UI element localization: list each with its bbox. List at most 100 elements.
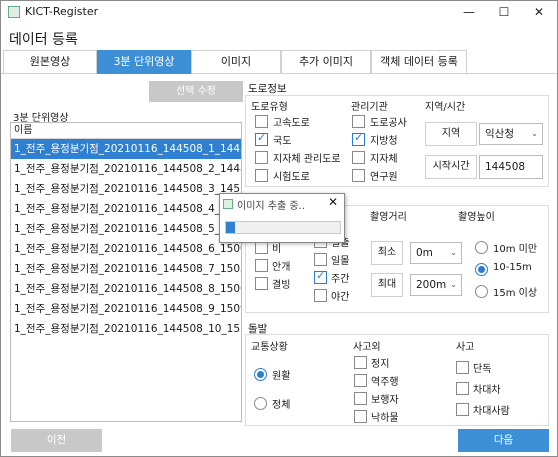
list-item[interactable]: 1_전주_용정분기점_20210116_144508_1_144508.r <box>11 139 241 159</box>
tab-bar: 원본영상 3분 단위영상 이미지 추가 이미지 객체 데이터 등록 <box>1 50 557 74</box>
chevron-down-icon: ⌄ <box>450 280 457 289</box>
option-label: 지자체 <box>370 154 398 165</box>
close-button[interactable]: ✕ <box>522 1 556 23</box>
traffic-title: 교통상황 <box>251 342 288 353</box>
option-label: 정체 <box>272 400 291 411</box>
radio-heights[interactable] <box>475 285 488 298</box>
option-label: 단독 <box>473 364 492 375</box>
start-time-input[interactable]: 144508 <box>479 155 543 179</box>
option-label: 15m 이상 <box>493 288 538 299</box>
list-item[interactable]: 1_전주_용정분기점_20210116_144508_4_145408.r <box>11 199 241 219</box>
option-label: 지방청 <box>370 136 398 147</box>
list-item[interactable]: 1_전주_용정분기점_20210116_144508_5_145708.r <box>11 219 241 239</box>
region-button[interactable]: 지역 <box>425 122 477 146</box>
max-distance-value: 200m <box>416 279 447 291</box>
checkbox-others[interactable] <box>354 356 367 369</box>
checkbox-weather[interactable] <box>255 277 268 290</box>
tab-image[interactable]: 이미지 <box>191 50 281 74</box>
option-label: 보행자 <box>371 395 399 406</box>
extract-progress-dialog: 이미지 추출 중.. ✕ <box>219 193 345 243</box>
option-label: 원활 <box>272 371 291 382</box>
checkbox-accidents[interactable] <box>456 403 469 416</box>
list-item[interactable]: 1_전주_용정분기점_20210116_144508_6_150008.r <box>11 239 241 259</box>
option-label: 시험도로 <box>273 172 310 183</box>
list-item[interactable]: 1_전주_용정분기점_20210116_144508_2_144808.r <box>11 159 241 179</box>
accident-title: 사고 <box>456 342 475 353</box>
list-item[interactable]: 1_전주_용정분기점_20210116_144508_9_150908.r <box>11 299 241 319</box>
checkbox-agencies[interactable] <box>352 115 365 128</box>
max-distance-select[interactable]: 200m ⌄ <box>410 274 462 296</box>
option-label: 차대차 <box>473 385 501 396</box>
checkbox-road-types[interactable] <box>255 115 268 128</box>
height-title: 촬영높이 <box>458 212 495 223</box>
option-label: 결빙 <box>272 280 291 291</box>
radio-traffic[interactable] <box>254 397 267 410</box>
checkbox-others[interactable] <box>354 410 367 423</box>
checkbox-agencies[interactable] <box>352 131 365 146</box>
checkbox-road-types[interactable] <box>255 131 268 146</box>
min-distance-value: 0m <box>416 247 433 259</box>
app-icon <box>8 6 20 18</box>
option-label: 10m 미만 <box>493 244 538 255</box>
chevron-down-icon: ⌄ <box>531 129 538 138</box>
option-label: 낙하물 <box>371 413 399 424</box>
app-icon <box>223 199 233 209</box>
option-label: 고속도로 <box>273 118 310 129</box>
option-label: 야간 <box>331 292 350 303</box>
option-label: 역주행 <box>371 377 399 388</box>
checkbox-road-types[interactable] <box>255 169 268 182</box>
maximize-button[interactable]: ☐ <box>487 1 521 23</box>
min-distance-select[interactable]: 0m ⌄ <box>410 242 462 264</box>
option-label: 안개 <box>272 262 291 273</box>
checkbox-agencies[interactable] <box>352 151 365 164</box>
checkbox-agencies[interactable] <box>352 169 365 182</box>
min-distance-label: 최소 <box>371 241 403 265</box>
region-value: 익산청 <box>485 128 514 140</box>
video-list[interactable]: 이름 1_전주_용정분기점_20210116_144508_1_144508.r… <box>10 122 242 422</box>
max-distance-label: 최대 <box>371 273 403 297</box>
list-item[interactable]: 1_전주_용정분기점_20210116_144508_10_151208 <box>11 319 241 339</box>
start-time-button[interactable]: 시작시간 <box>425 155 477 179</box>
radio-traffic[interactable] <box>254 368 267 381</box>
window-title: KICT-Register <box>25 5 99 18</box>
title-bar[interactable]: KICT-Register — ☐ ✕ <box>1 1 557 23</box>
checkbox-times[interactable] <box>314 269 327 284</box>
checkbox-others[interactable] <box>354 392 367 405</box>
dialog-title: 이미지 추출 중.. <box>237 201 305 212</box>
list-column-header[interactable]: 이름 <box>11 123 241 139</box>
tab-original-video[interactable]: 원본영상 <box>3 50 97 74</box>
progress-fill <box>226 222 236 233</box>
progress-bar <box>225 221 341 234</box>
checkbox-others[interactable] <box>354 374 367 387</box>
option-label: 국도 <box>273 136 292 147</box>
option-label: 주간 <box>331 274 350 285</box>
road-info-title: 도로정보 <box>248 83 287 95</box>
list-item[interactable]: 1_전주_용정분기점_20210116_144508_3_145108.r <box>11 179 241 199</box>
close-icon[interactable]: ✕ <box>328 195 338 209</box>
prev-button[interactable]: 이전 <box>11 429 102 452</box>
page-title: 데이터 등록 <box>9 32 78 48</box>
select-edit-button[interactable]: 선택 수정 <box>149 81 243 102</box>
minimize-button[interactable]: — <box>452 1 486 23</box>
option-label: 10-15m <box>493 262 532 273</box>
radio-heights[interactable] <box>475 263 488 276</box>
checkbox-road-types[interactable] <box>255 151 268 164</box>
checkbox-accidents[interactable] <box>456 382 469 395</box>
tab-object-data[interactable]: 객체 데이터 등록 <box>371 50 467 74</box>
checkbox-accidents[interactable] <box>456 361 469 374</box>
next-button[interactable]: 다음 <box>458 429 549 452</box>
radio-heights[interactable] <box>475 241 488 254</box>
checkbox-weather[interactable] <box>255 259 268 272</box>
option-label: 연구원 <box>370 172 398 183</box>
checkbox-times[interactable] <box>314 253 327 266</box>
region-select[interactable]: 익산청 ⌄ <box>479 123 543 145</box>
checkbox-times[interactable] <box>314 289 327 302</box>
tab-3min-video[interactable]: 3분 단위영상 <box>97 50 191 74</box>
agency-title: 관리기관 <box>351 102 388 113</box>
option-label: 지자체 관리도로 <box>273 154 341 165</box>
list-item[interactable]: 1_전주_용정분기점_20210116_144508_8_150608.r <box>11 279 241 299</box>
region-time-title: 지역/시간 <box>425 102 466 113</box>
list-item[interactable]: 1_전주_용정분기점_20210116_144508_7_150308.r <box>11 259 241 279</box>
tab-additional-image[interactable]: 추가 이미지 <box>281 50 371 74</box>
road-type-title: 도로유형 <box>251 102 288 113</box>
